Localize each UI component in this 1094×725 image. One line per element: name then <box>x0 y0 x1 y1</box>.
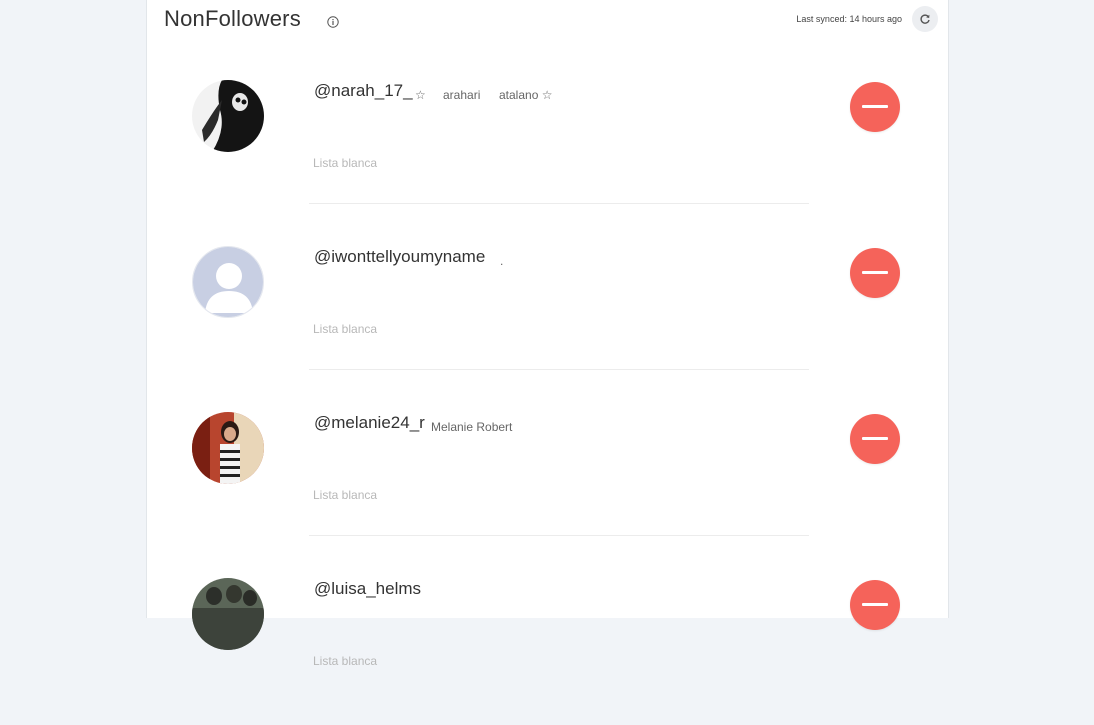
whitelist-link[interactable]: Lista blanca <box>313 654 377 668</box>
whitelist-link[interactable]: Lista blanca <box>313 156 377 170</box>
minus-icon <box>862 603 888 606</box>
minus-icon <box>862 437 888 440</box>
remove-button[interactable] <box>850 82 900 132</box>
list-item: @iwonttellyoumyname . Lista blanca <box>147 227 948 393</box>
full-name: Melanie Robert <box>431 420 513 434</box>
avatar[interactable] <box>192 578 264 650</box>
username[interactable]: @luisa_helms <box>314 579 421 599</box>
minus-icon <box>862 105 888 108</box>
divider <box>309 535 809 536</box>
nonfollowers-panel: NonFollowers Last synced: 14 hours ago @… <box>146 0 949 668</box>
full-name: . <box>500 254 504 268</box>
remove-button[interactable] <box>850 248 900 298</box>
info-icon[interactable] <box>327 15 339 28</box>
minus-icon <box>862 271 888 274</box>
avatar[interactable] <box>192 412 264 484</box>
full-name: arahari <box>443 88 481 102</box>
star-icon: ☆ <box>415 88 426 102</box>
full-name-suffix: atalano ☆ <box>499 88 553 102</box>
list-item: @narah_17_ ☆ arahari atalano ☆ Lista bla… <box>147 61 948 227</box>
refresh-icon <box>920 14 930 24</box>
refresh-button[interactable] <box>912 6 938 32</box>
list-item: @luisa_helms Lista blanca <box>147 559 948 725</box>
remove-button[interactable] <box>850 580 900 630</box>
username[interactable]: @iwonttellyoumyname <box>314 247 485 267</box>
avatar[interactable] <box>192 80 264 152</box>
divider <box>309 369 809 370</box>
username[interactable]: @narah_17_ <box>314 81 413 101</box>
username[interactable]: @melanie24_r <box>314 413 425 433</box>
whitelist-link[interactable]: Lista blanca <box>313 322 377 336</box>
remove-button[interactable] <box>850 414 900 464</box>
list-item: @melanie24_r Melanie Robert Lista blanca <box>147 393 948 559</box>
divider <box>309 203 809 204</box>
last-synced-text: Last synced: 14 hours ago <box>796 14 902 24</box>
page-title: NonFollowers <box>164 6 301 31</box>
whitelist-link[interactable]: Lista blanca <box>313 488 377 502</box>
avatar[interactable] <box>192 246 264 318</box>
